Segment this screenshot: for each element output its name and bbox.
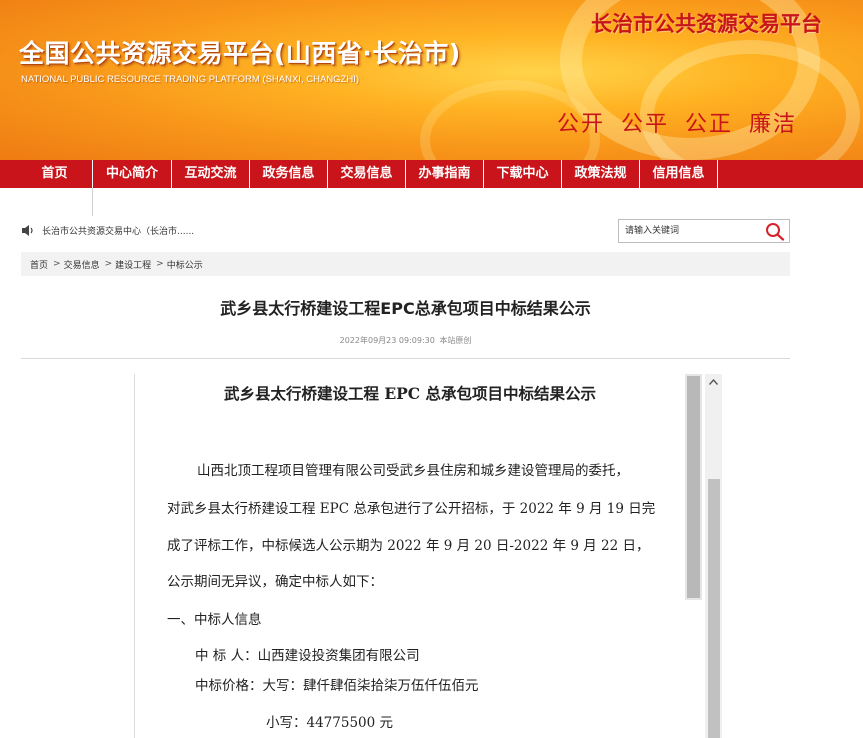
document-line: 对武乡县太行桥建设工程 EPC 总承包进行了公开招标，于 2022 年 9 月 … — [167, 501, 656, 517]
breadcrumb-construction[interactable]: 建设工程 — [115, 258, 151, 271]
nav-divider — [92, 188, 93, 216]
notice-text[interactable]: 长治市公共资源交易中心（长治市...... — [42, 224, 194, 237]
search-input[interactable] — [625, 223, 755, 239]
divider — [21, 358, 790, 359]
article-meta: 2022年09月23 09:09:30 本站原创 — [0, 335, 811, 346]
document-title: 武乡县太行桥建设工程 EPC 总承包项目中标结果公示 — [223, 384, 597, 403]
nav-item-interaction[interactable]: 互动交流 — [172, 160, 249, 188]
nav-item-policy[interactable]: 政策法规 — [562, 160, 639, 188]
nav-item-downloads[interactable]: 下载中心 — [484, 160, 561, 188]
banner-motto: 公开 公平 公正 廉洁 — [557, 106, 813, 138]
nav-item-trade-info[interactable]: 交易信息 — [328, 160, 405, 188]
article-source: 本站原创 — [439, 336, 472, 345]
search-icon[interactable] — [765, 222, 785, 241]
document-line: 山西北顶工程项目管理有限公司受武乡县住房和城乡建设管理局的委托， — [197, 463, 629, 479]
document-line: 成了评标工作，中标候选人公示期为 2022 年 9 月 20 日-2022 年 … — [167, 538, 650, 554]
site-title: 全国公共资源交易平台(山西省·长治市) — [19, 39, 461, 68]
motto-word: 公正 — [685, 112, 734, 137]
brand-logo-text: 长治市公共资源交易平台 — [591, 12, 822, 36]
nav-item-government-info[interactable]: 政务信息 — [250, 160, 327, 188]
scroll-up-icon[interactable] — [709, 379, 718, 385]
search-box — [618, 219, 790, 243]
main-nav: 首页 中心简介 互动交流 政务信息 交易信息 办事指南 下载中心 政策法规 信用… — [0, 160, 863, 188]
document-line: 小写：44775500 元 — [266, 715, 394, 731]
page-scrollbar-thumb[interactable] — [708, 479, 720, 738]
document-line: 中 标 人：山西建设投资集团有限公司 — [195, 648, 420, 664]
motto-word: 公开 — [557, 112, 606, 137]
breadcrumb-award-notice[interactable]: 中标公示 — [167, 258, 203, 271]
nav-divider — [717, 160, 718, 188]
header-banner: 全国公共资源交易平台(山西省·长治市) NATIONAL PUBLIC RESO… — [0, 0, 863, 160]
breadcrumb-separator: > — [104, 259, 113, 269]
breadcrumb: 首页 > 交易信息 > 建设工程 > 中标公示 — [21, 252, 790, 276]
breadcrumb-separator: > — [53, 259, 61, 269]
site-title-english: NATIONAL PUBLIC RESOURCE TRADING PLATFOR… — [21, 74, 359, 85]
breadcrumb-home[interactable]: 首页 — [30, 258, 48, 271]
document-section-heading: 一、中标人信息 — [167, 612, 262, 628]
breadcrumb-trade-info[interactable]: 交易信息 — [64, 258, 100, 271]
document-line: 公示期间无异议，确定中标人如下： — [167, 574, 383, 590]
motto-word: 公平 — [621, 112, 670, 137]
speaker-icon — [22, 224, 33, 236]
publish-date: 2022年09月23 09:09:30 — [339, 336, 435, 345]
document-scrollbar-thumb[interactable] — [687, 376, 700, 598]
document-line: 中标价格：大写：肆仟肆佰柒拾柒万伍仟伍佰元 — [195, 678, 479, 694]
document-viewer[interactable]: 武乡县太行桥建设工程 EPC 总承包项目中标结果公示 山西北顶工程项目管理有限公… — [134, 374, 702, 738]
nav-item-credit[interactable]: 信用信息 — [640, 160, 717, 188]
nav-item-guide[interactable]: 办事指南 — [406, 160, 483, 188]
motto-word: 廉洁 — [749, 112, 798, 137]
notice-ticker[interactable]: 长治市公共资源交易中心（长治市...... — [21, 221, 194, 239]
breadcrumb-separator: > — [156, 259, 164, 269]
page-title: 武乡县太行桥建设工程EPC总承包项目中标结果公示 — [220, 299, 591, 318]
nav-item-about[interactable]: 中心简介 — [93, 160, 171, 188]
document-page: 武乡县太行桥建设工程 EPC 总承包项目中标结果公示 山西北顶工程项目管理有限公… — [135, 374, 685, 738]
